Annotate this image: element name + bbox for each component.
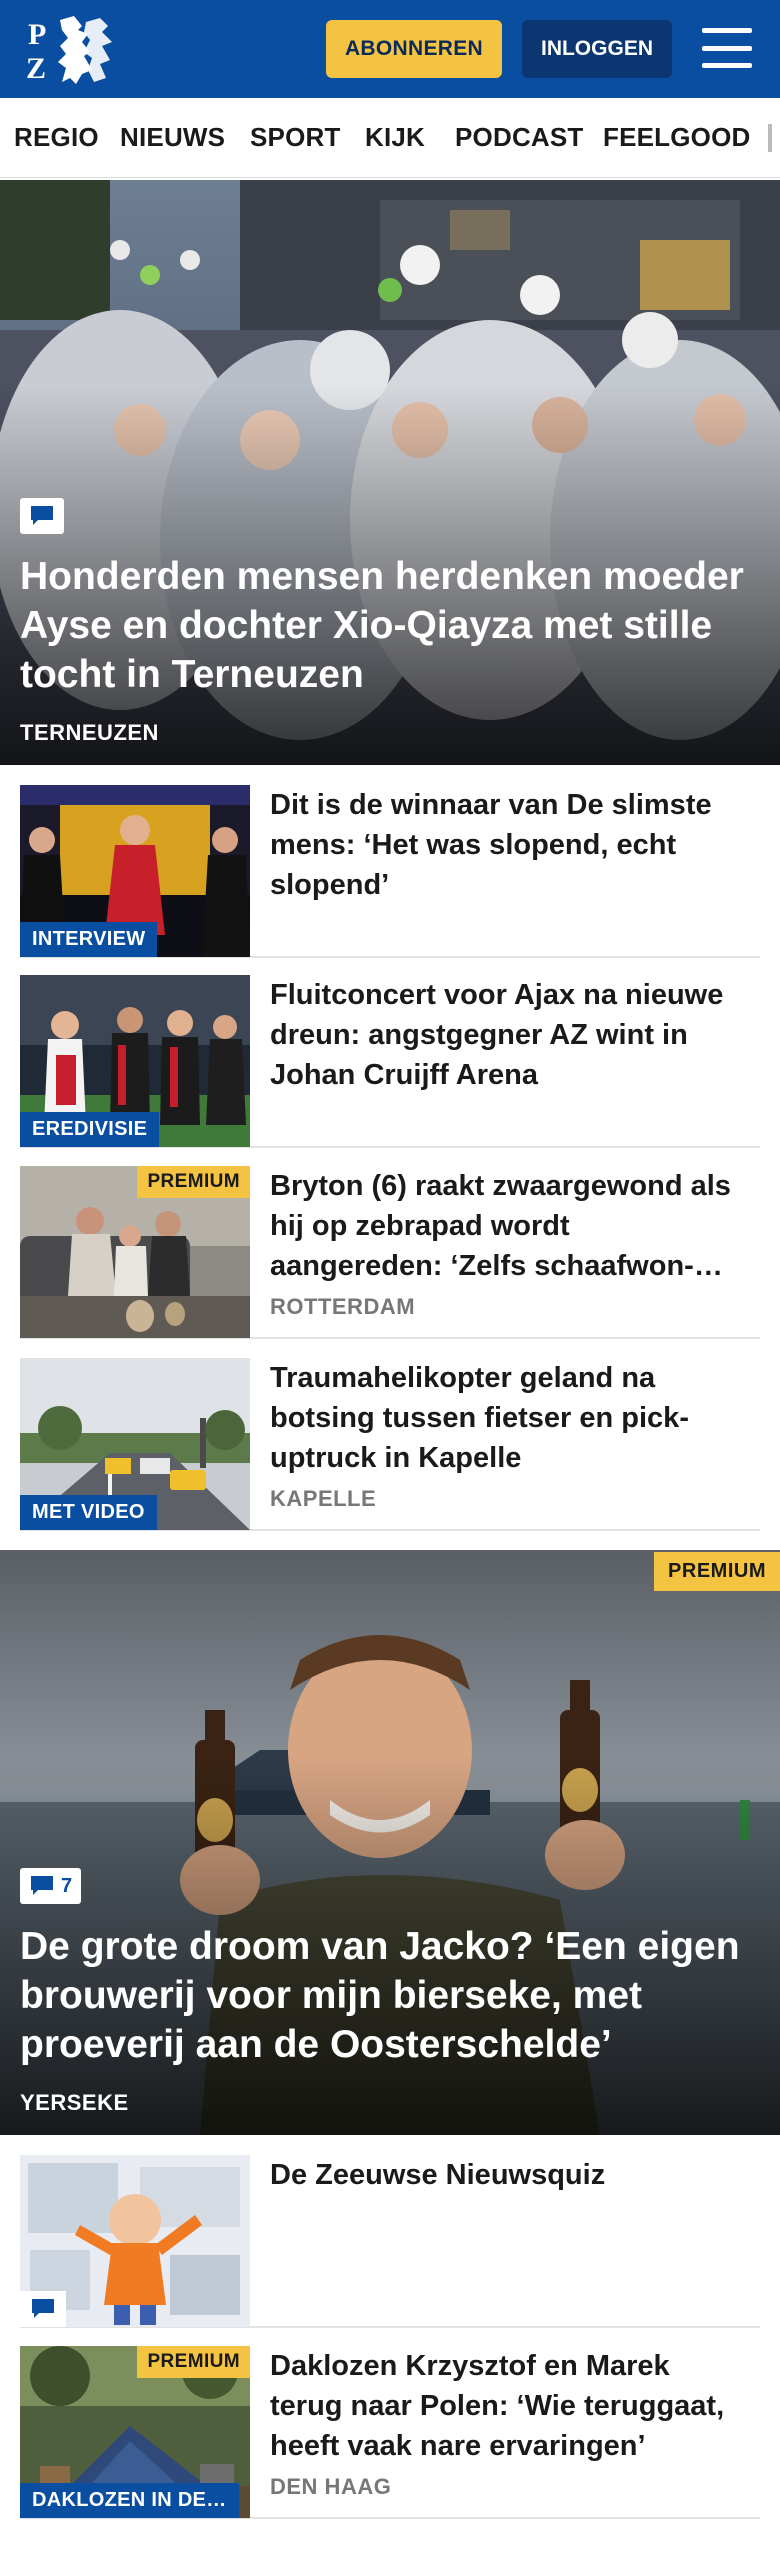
- nav-item-sport[interactable]: SPORT: [250, 122, 341, 153]
- article-location: KAPELLE: [270, 1486, 377, 1511]
- article-title[interactable]: Dit is de winnaar van De slimste mens: ‘…: [270, 785, 740, 905]
- nav-item-feelgood[interactable]: FEELGOOD: [603, 122, 751, 153]
- nav-overflow-indicator: [768, 124, 772, 152]
- comment-icon: [32, 2299, 54, 2318]
- list-item[interactable]: EREDIVISIE Fluitconcert voor Ajax na nie…: [20, 975, 760, 1148]
- list-item[interactable]: PREMIUM DAKLOZEN IN DE… Daklozen Krzyszt…: [20, 2346, 760, 2519]
- comment-icon: [31, 1876, 53, 1895]
- premium-badge: PREMIUM: [137, 1166, 250, 1198]
- hero-title[interactable]: Honderden mensen herdenken moeder Ayse e…: [20, 552, 760, 699]
- hero-article-terneuzen[interactable]: Honderden mensen herdenken moeder Ayse e…: [0, 180, 780, 765]
- comment-badge[interactable]: [20, 498, 64, 534]
- hero-title[interactable]: De grote droom van Jacko? ‘Een eigen bro…: [20, 1922, 760, 2069]
- list-item[interactable]: INTERVIEW Dit is de winnaar van De slims…: [20, 785, 760, 958]
- nav-item-kijk[interactable]: KIJK: [365, 122, 425, 153]
- hero-location: YERSEKE: [20, 2090, 129, 2115]
- category-label: DAKLOZEN IN DE…: [20, 2483, 239, 2518]
- article-thumbnail: MET VIDEO: [20, 1358, 250, 1530]
- list-item[interactable]: MET VIDEO Traumahelikopter geland na bot…: [20, 1358, 760, 1531]
- hero-article-yerseke[interactable]: PREMIUM 7 De grote droom van Jacko? ‘Een…: [0, 1550, 780, 2135]
- nav-item-regio[interactable]: REGIO: [14, 122, 99, 153]
- nav-item-podcast[interactable]: PODCAST: [455, 122, 584, 153]
- article-location: ROTTERDAM: [270, 1294, 416, 1319]
- hamburger-menu-icon[interactable]: [700, 24, 754, 72]
- article-thumbnail: PREMIUM: [20, 1166, 250, 1338]
- article-thumbnail: EREDIVISIE: [20, 975, 250, 1147]
- category-label: EREDIVISIE: [20, 1112, 160, 1147]
- category-label: MET VIDEO: [20, 1495, 157, 1530]
- login-button[interactable]: INLOGGEN: [522, 20, 672, 78]
- article-title[interactable]: Traumahelikopter geland na botsing tusse…: [270, 1358, 740, 1478]
- comment-badge[interactable]: [20, 2291, 66, 2327]
- article-thumbnail: [20, 2155, 250, 2327]
- list-item[interactable]: PREMIUM Bryton (6) raakt zwaargewond als…: [20, 1166, 760, 1339]
- comment-count: 7: [61, 1874, 73, 1897]
- svg-text:P: P: [28, 18, 46, 51]
- article-location: DEN HAAG: [270, 2474, 392, 2499]
- article-thumbnail: INTERVIEW: [20, 785, 250, 957]
- pzc-logo[interactable]: P Z: [26, 12, 116, 88]
- comment-icon: [31, 506, 53, 525]
- subscribe-button[interactable]: ABONNEREN: [326, 20, 502, 78]
- article-title[interactable]: Fluitconcert voor Ajax na nieuwe dreun: …: [270, 975, 740, 1095]
- section-nav: REGIO NIEUWS SPORT KIJK PODCAST FEELGOOD: [0, 98, 780, 178]
- article-title[interactable]: De Zeeuwse Nieuwsquiz: [270, 2155, 740, 2195]
- category-label: INTERVIEW: [20, 922, 158, 957]
- article-title[interactable]: Bryton (6) raakt zwaargewond als hij op …: [270, 1166, 740, 1286]
- hero-location: TERNEUZEN: [20, 720, 159, 745]
- site-header: P Z ABONNEREN INLOGGEN: [0, 0, 780, 98]
- premium-badge: PREMIUM: [654, 1552, 780, 1591]
- nav-item-nieuws[interactable]: NIEUWS: [120, 122, 225, 153]
- comment-badge[interactable]: 7: [20, 1868, 82, 1904]
- article-thumbnail: PREMIUM DAKLOZEN IN DE…: [20, 2346, 250, 2518]
- article-title[interactable]: Daklozen Krzysztof en Marek terug naar P…: [270, 2346, 740, 2466]
- svg-text:Z: Z: [26, 52, 46, 85]
- premium-badge: PREMIUM: [137, 2346, 250, 2378]
- list-item[interactable]: De Zeeuwse Nieuwsquiz: [20, 2155, 760, 2328]
